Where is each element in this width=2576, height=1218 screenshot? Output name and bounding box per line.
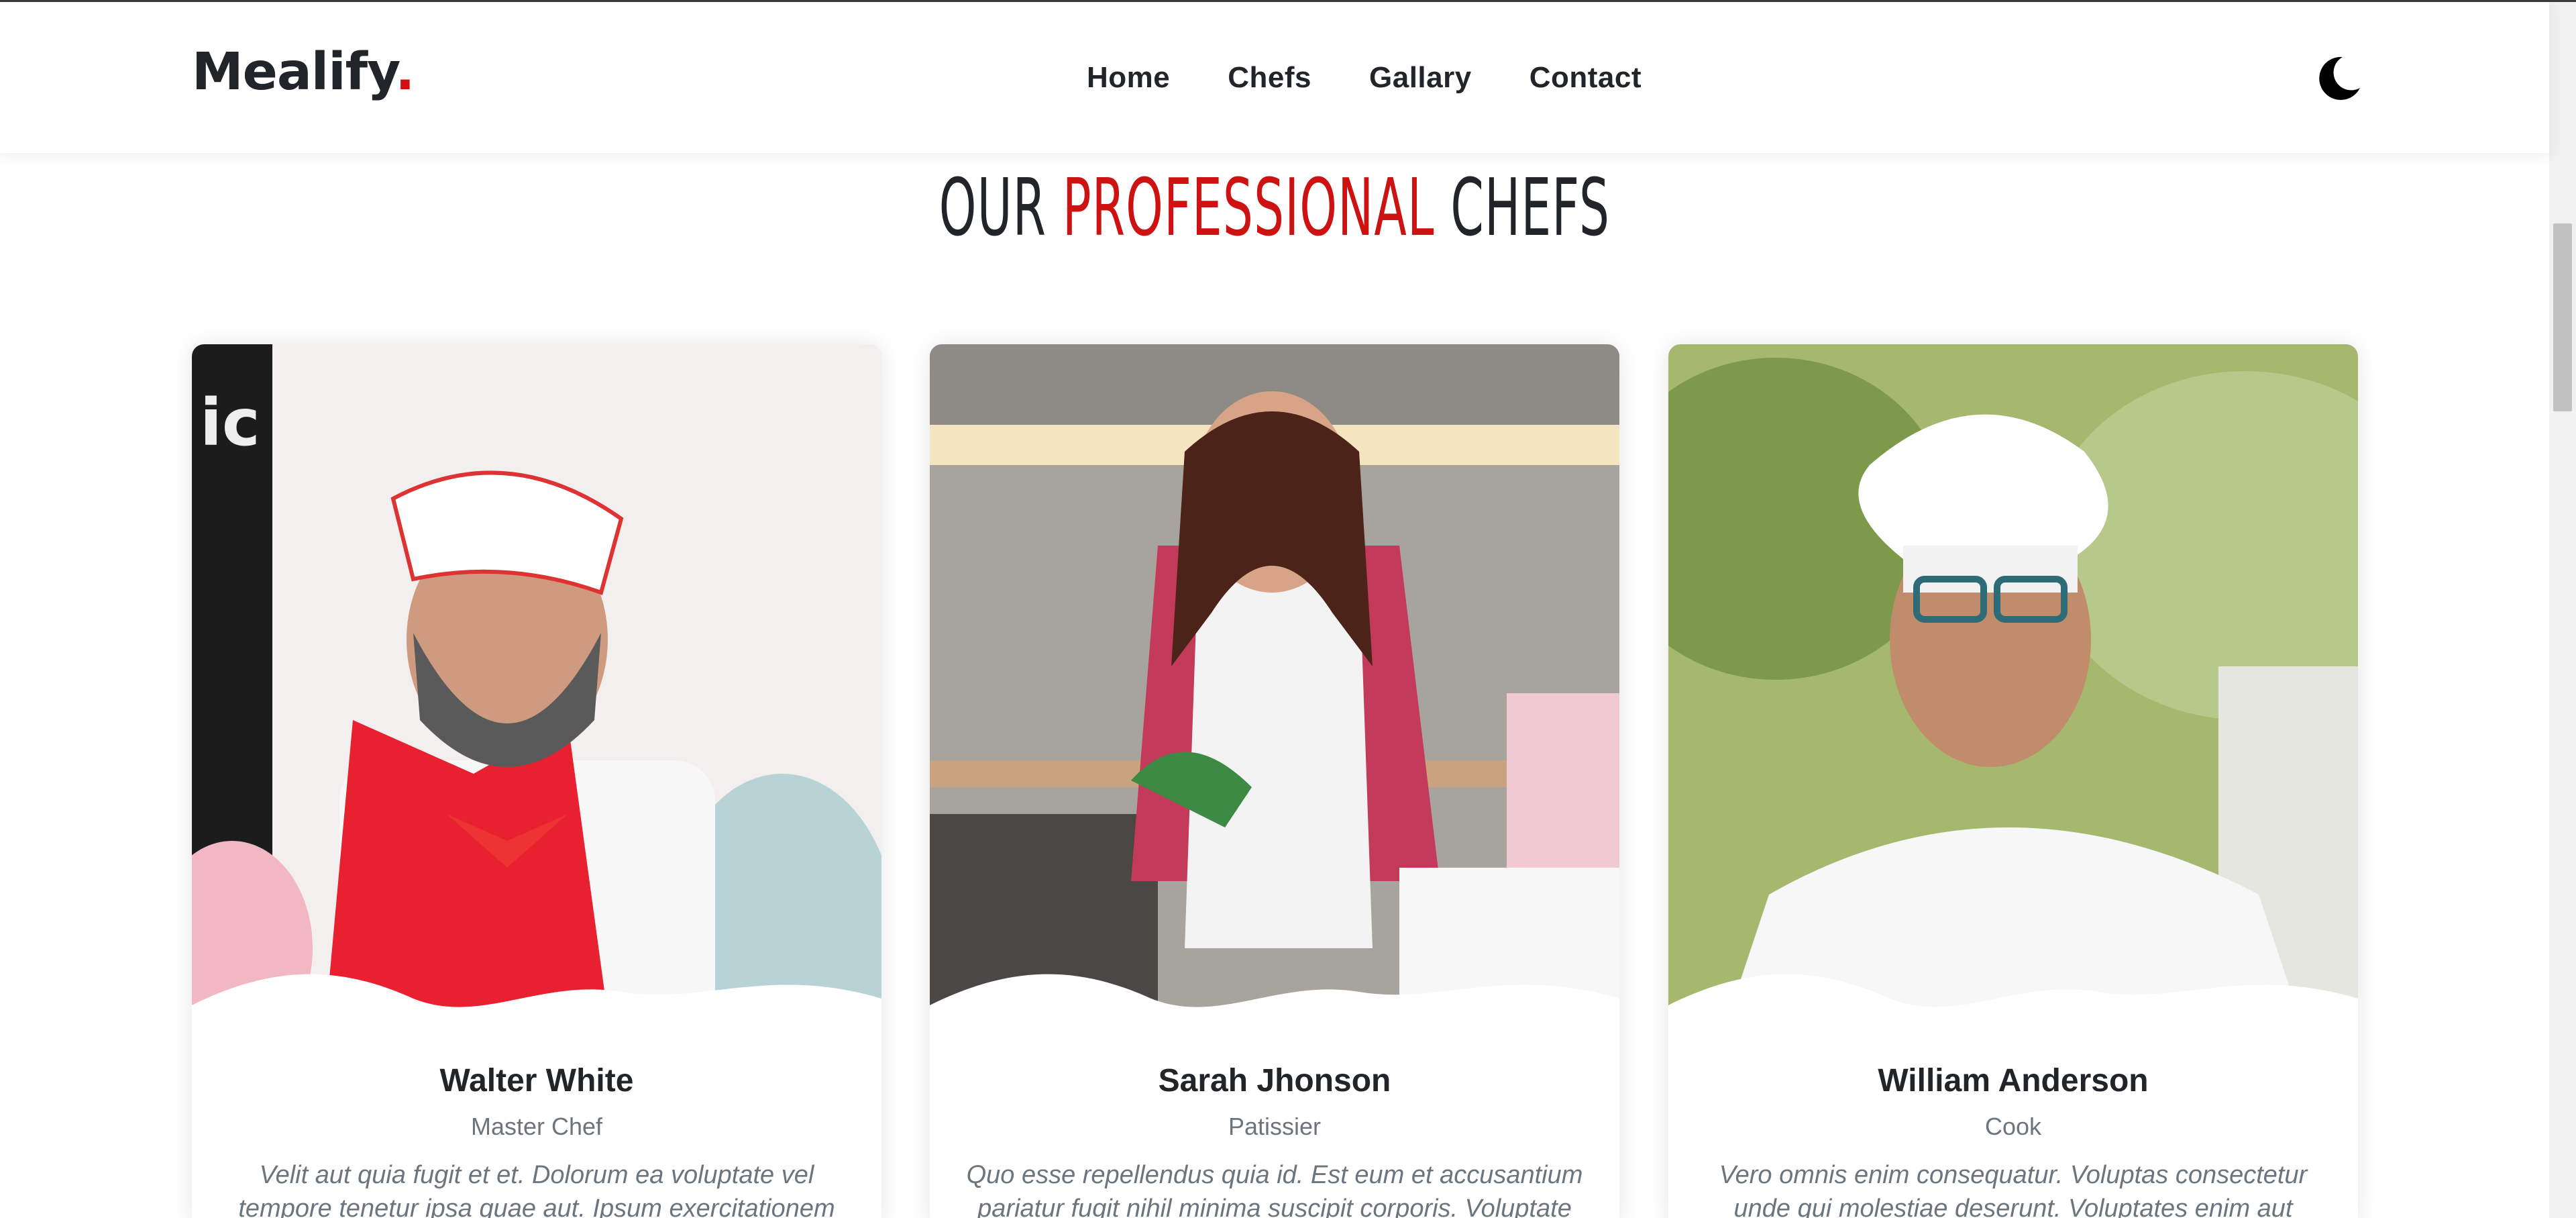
chef-role: Cook [1984,1113,2042,1140]
main-nav: Home Chefs Gallary Contact [1087,61,1642,95]
moon-icon [2319,56,2360,100]
card-body: Walter White Master Chef Velit aut quia … [192,1062,881,1218]
chef-name: Sarah Jhonson [1158,1063,1391,1099]
card-wave [930,974,1619,1032]
chef-role: Master Chef [470,1113,603,1140]
site-logo[interactable]: Mealify. [192,46,415,98]
chef-name: William Anderson [1878,1063,2149,1099]
title-part-chefs: CHEFS [1450,161,1611,254]
scrollbar-thumb[interactable] [2553,223,2572,411]
chef-bio: Velit aut quia fugit et et. Dolorum ea v… [238,1161,835,1218]
nav-link-contact[interactable]: Contact [1529,61,1642,95]
chef-photo-william [1668,344,2358,1015]
chef-bio: Quo esse repellendus quia id. Est eum et… [966,1161,1583,1218]
card-wave [1668,974,2358,1032]
card-wave [192,974,881,1032]
card-body: Sarah Jhonson Patissier Quo esse repelle… [930,1062,1619,1218]
nav-link-home[interactable]: Home [1087,61,1170,95]
chef-role: Patissier [1228,1113,1322,1140]
chef-card: ic Walter White Master Chef Velit aut qu… [192,344,881,1218]
title-part-our: OUR [938,161,1047,254]
section-title: OUR PROFESSIONAL CHEFS [510,161,2039,254]
chef-name: Walter White [439,1063,634,1099]
chef-photo-walter: ic [192,344,881,1015]
logo-dot: . [395,42,415,102]
card-body: William Anderson Cook Vero omnis enim co… [1668,1062,2358,1218]
title-part-professional: PROFESSIONAL [1062,161,1435,254]
chef-photo-sarah [930,344,1619,1015]
site-header: Mealify. Home Chefs Gallary Contact [0,2,2549,153]
nav-link-gallary[interactable]: Gallary [1369,61,1472,95]
chef-card: William Anderson Cook Vero omnis enim co… [1668,344,2358,1218]
theme-toggle-button[interactable] [2312,52,2365,105]
logo-text: Mealify [192,42,396,102]
chef-bio: Vero omnis enim consequatur. Voluptas co… [1719,1161,2308,1218]
chef-card: Sarah Jhonson Patissier Quo esse repelle… [930,344,1619,1218]
nav-link-chefs[interactable]: Chefs [1228,61,1311,95]
svg-text:ic: ic [200,385,260,460]
page-scrollbar[interactable] [2549,2,2576,1218]
